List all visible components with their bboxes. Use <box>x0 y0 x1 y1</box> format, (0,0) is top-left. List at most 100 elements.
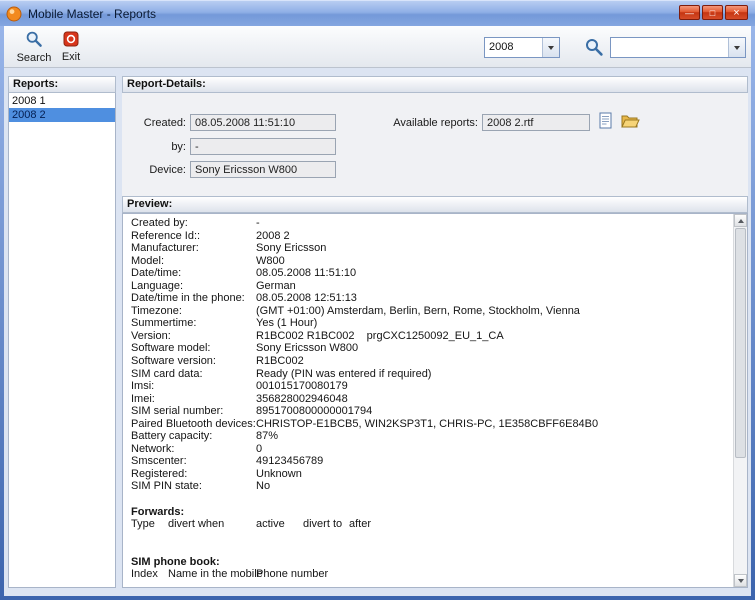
view-report-button[interactable] <box>594 112 616 132</box>
preview-line: IndexName in the mobilePhone number <box>131 568 731 581</box>
preview-header: Preview: <box>122 196 748 213</box>
search-button-label: Search <box>17 52 52 64</box>
exit-icon <box>63 31 79 50</box>
chevron-down-icon[interactable] <box>542 38 559 57</box>
preview-field-label: Created by: <box>131 217 256 230</box>
maximize-button[interactable]: □ <box>702 5 723 20</box>
list-item[interactable]: 2008 1 <box>9 94 115 108</box>
preview-field-label: Software model: <box>131 342 256 355</box>
created-field[interactable] <box>190 114 336 131</box>
preview-field-label: Imsi: <box>131 380 256 393</box>
preview-line: Version:R1BC002 R1BC002 prgCXC1250092_EU… <box>131 330 731 343</box>
document-icon <box>598 117 613 132</box>
open-folder-button[interactable] <box>619 112 641 132</box>
preview-table-cell: divert to <box>303 518 349 531</box>
preview-line: Created by:- <box>131 217 731 230</box>
preview-field-value: (GMT +01:00) Amsterdam, Berlin, Bern, Ro… <box>256 305 580 317</box>
preview-field-value: R1BC002 <box>256 355 304 367</box>
preview-line: Date/time:08.05.2008 11:51:10 <box>131 267 731 280</box>
preview-line: SIM card data:Ready (PIN was entered if … <box>131 368 731 381</box>
preview-table-cell: Phone number <box>256 568 303 581</box>
preview-field-value: 8951700800000001794 <box>256 405 372 417</box>
preview-line: SIM phone book: <box>131 556 731 569</box>
window-controls: — □ × <box>677 5 748 20</box>
reports-panel-header: Reports: <box>8 76 116 93</box>
preview-field-label: Timezone: <box>131 305 256 318</box>
chevron-down-icon[interactable] <box>728 38 745 57</box>
preview-field-label: Battery capacity: <box>131 430 256 443</box>
report-details-header: Report-Details: <box>122 76 748 93</box>
preview-line: Reference Id::2008 2 <box>131 230 731 243</box>
year-combobox[interactable]: 2008 <box>484 37 560 58</box>
preview-line: Imsi:001015170080179 <box>131 380 731 393</box>
arrow-up-icon <box>738 219 744 223</box>
preview-field-label: Reference Id:: <box>131 230 256 243</box>
preview-table-cell: Type <box>131 518 168 531</box>
preview-line: Smscenter:49123456789 <box>131 455 731 468</box>
preview-field-label: Software version: <box>131 355 256 368</box>
year-combobox-value: 2008 <box>485 38 542 57</box>
reports-list[interactable]: 2008 12008 2 <box>8 93 116 588</box>
preview-field-value: 08.05.2008 11:51:10 <box>256 267 356 279</box>
preview-line: Imei:356828002946048 <box>131 393 731 406</box>
app-icon <box>6 6 22 22</box>
preview-table-cell: after <box>349 518 371 531</box>
preview-field-label: Summertime: <box>131 317 256 330</box>
preview-line <box>131 531 731 544</box>
preview-line: Model:W800 <box>131 255 731 268</box>
search-button[interactable]: Search <box>14 28 54 66</box>
arrow-down-icon <box>738 579 744 583</box>
preview-section-heading: SIM phone book: <box>131 556 220 568</box>
preview-field-label: Model: <box>131 255 256 268</box>
preview-field-value: Sony Ericsson <box>256 242 326 254</box>
preview-field-value: - <box>256 217 260 229</box>
preview-scrollbar[interactable] <box>733 214 747 587</box>
available-reports-field[interactable] <box>482 114 590 131</box>
minimize-button[interactable]: — <box>679 5 700 20</box>
folder-open-icon <box>621 117 640 132</box>
preview-line: Software version:R1BC002 <box>131 355 731 368</box>
preview-field-value: Sony Ericsson W800 <box>256 342 358 354</box>
search-icon <box>25 30 43 51</box>
filter-combobox-value <box>611 38 728 57</box>
preview-field-value: CHRISTOP-E1BCB5, WIN2KSP3T1, CHRIS-PC, 1… <box>256 418 598 430</box>
preview-field-value: 001015170080179 <box>256 380 348 392</box>
device-field[interactable] <box>190 161 336 178</box>
preview-field-label: Paired Bluetooth devices: <box>131 418 256 431</box>
preview-table-cell: active <box>256 518 303 531</box>
preview-table-cell: Name in the mobile <box>168 568 256 581</box>
scrollbar-thumb[interactable] <box>735 228 746 458</box>
exit-button[interactable]: Exit <box>56 28 86 66</box>
preview-line: Summertime:Yes (1 Hour) <box>131 317 731 330</box>
window-title: Mobile Master - Reports <box>28 7 156 21</box>
preview-field-label: Version: <box>131 330 256 343</box>
exit-button-label: Exit <box>62 51 80 63</box>
preview-field-value: Ready (PIN was entered if required) <box>256 368 431 380</box>
filter-combobox[interactable] <box>610 37 746 58</box>
preview-line: Software model:Sony Ericsson W800 <box>131 342 731 355</box>
preview-field-label: Registered: <box>131 468 256 481</box>
scroll-down-button[interactable] <box>734 574 747 587</box>
preview-line: Battery capacity:87% <box>131 430 731 443</box>
preview-field-label: Date/time: <box>131 267 256 280</box>
preview-field-value: Unknown <box>256 468 302 480</box>
preview-field-value: 356828002946048 <box>256 393 348 405</box>
preview-table-cell: divert when <box>168 518 256 531</box>
preview-line: Registered:Unknown <box>131 468 731 481</box>
preview-field-value: 49123456789 <box>256 455 323 467</box>
close-button[interactable]: × <box>725 5 748 20</box>
scroll-up-button[interactable] <box>734 214 747 227</box>
device-label: Device: <box>122 164 186 176</box>
created-label: Created: <box>122 117 186 129</box>
list-item[interactable]: 2008 2 <box>9 108 115 122</box>
preview-field-value: W800 <box>256 255 285 267</box>
preview-field-label: Manufacturer: <box>131 242 256 255</box>
preview-field-value: German <box>256 280 296 292</box>
preview-line: Timezone:(GMT +01:00) Amsterdam, Berlin,… <box>131 305 731 318</box>
by-field[interactable] <box>190 138 336 155</box>
preview-line <box>131 493 731 506</box>
filter-search-icon[interactable] <box>584 37 604 57</box>
preview-field-value: No <box>256 480 270 492</box>
preview-field-value: 0 <box>256 443 262 455</box>
preview-field-label: Network: <box>131 443 256 456</box>
